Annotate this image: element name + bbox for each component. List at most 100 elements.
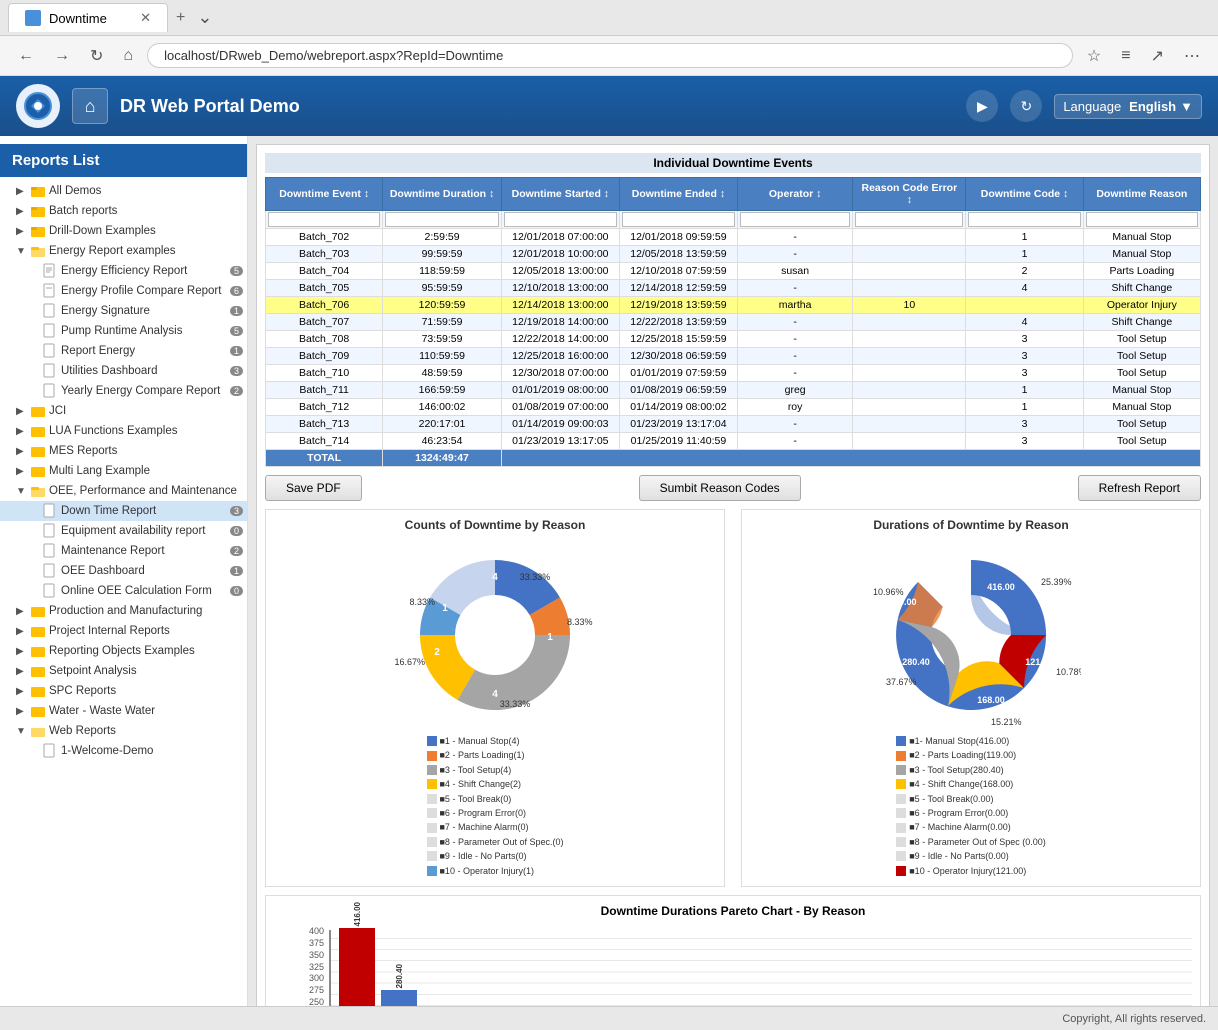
filter-reason-code[interactable] [855,212,963,227]
sidebar-label-mes: MES Reports [49,445,243,457]
td-downtime-code: 1 [966,246,1083,263]
sidebar-label-jci: JCI [49,405,243,417]
filter-ended[interactable] [622,212,735,227]
sidebar-item-mes-reports[interactable]: ▶ MES Reports [0,441,247,461]
home-button[interactable]: ⌂ [117,43,139,69]
browser-tab[interactable]: Downtime ✕ [8,3,168,32]
folder-icon [30,403,46,419]
td-operator: greg [737,382,852,399]
play-button[interactable]: ▶ [966,90,998,122]
refresh-button[interactable]: ↻ [1010,90,1042,122]
sidebar-item-oee-perf[interactable]: ▼ OEE, Performance and Maintenance [0,481,247,501]
app-header: ⌂ DR Web Portal Demo ▶ ↻ Language Englis… [0,76,1218,136]
td-ended: 01/01/2019 07:59:59 [619,365,737,382]
badge-pump-runtime: 5 [230,326,243,336]
sidebar-label-energy-report: Energy Report examples [49,245,243,257]
sidebar-item-pump-runtime[interactable]: Pump Runtime Analysis 5 [0,321,247,341]
sidebar-item-all-demos[interactable]: ▶ All Demos [0,181,247,201]
menu-button[interactable]: ⋯ [1178,42,1206,70]
sidebar-item-yearly-energy[interactable]: Yearly Energy Compare Report 2 [0,381,247,401]
col-header-operator: Operator ↕ [737,178,852,211]
address-bar[interactable]: localhost/DRweb_Demo/webreport.aspx?RepI… [147,43,1073,68]
sidebar-item-report-energy[interactable]: Report Energy 1 [0,341,247,361]
sidebar-item-downtime-report[interactable]: Down Time Report 3 [0,501,247,521]
home-nav-button[interactable]: ⌂ [72,88,108,124]
td-event: Batch_713 [266,416,383,433]
sidebar-item-maintenance[interactable]: Maintenance Report 2 [0,541,247,561]
sidebar-item-water-waste[interactable]: ▶ Water - Waste Water [0,701,247,721]
filter-operator[interactable] [740,212,850,227]
sidebar-item-energy-report[interactable]: ▼ Energy Report examples [0,241,247,261]
sidebar-item-oee-dashboard[interactable]: OEE Dashboard 1 [0,561,247,581]
td-downtime-code: 4 [966,314,1083,331]
sidebar-item-reporting-objects[interactable]: ▶ Reporting Objects Examples [0,641,247,661]
filter-started[interactable] [504,212,617,227]
sidebar-item-multi-lang[interactable]: ▶ Multi Lang Example [0,461,247,481]
sidebar-label-project-internal: Project Internal Reports [49,625,243,637]
browser-titlebar: Downtime ✕ + ⌄ [0,0,1218,36]
sidebar-item-equipment-avail[interactable]: Equipment availability report 0 [0,521,247,541]
sidebar-item-utilities-dashboard[interactable]: Utilities Dashboard 3 [0,361,247,381]
report-icon [42,363,58,379]
td-event: Batch_707 [266,314,383,331]
reload-button[interactable]: ↻ [84,42,109,70]
svg-text:16.67%: 16.67% [394,657,425,667]
refresh-report-button[interactable]: Refresh Report [1078,475,1201,501]
folder-icon [30,463,46,479]
sidebar-item-web-reports[interactable]: ▼ Web Reports [0,721,247,741]
sidebar-item-batch-reports[interactable]: ▶ Batch reports [0,201,247,221]
col-header-ended: Downtime Ended ↕ [619,178,737,211]
sidebar-item-jci[interactable]: ▶ JCI [0,401,247,421]
svg-text:8.33%: 8.33% [409,597,435,607]
bookmark-button[interactable]: ☆ [1081,42,1107,70]
forward-button[interactable]: → [48,43,76,69]
sidebar-item-welcome-demo[interactable]: 1-Welcome-Demo [0,741,247,761]
td-reason-code [853,331,966,348]
sidebar-item-project-internal[interactable]: ▶ Project Internal Reports [0,621,247,641]
toggle-icon: ▼ [16,246,30,257]
td-reason-code [853,433,966,450]
filter-event[interactable] [268,212,380,227]
filter-downtime-code[interactable] [968,212,1080,227]
counts-chart-title: Counts of Downtime by Reason [274,518,716,532]
td-duration: 95:59:59 [383,280,501,297]
app-logo [16,84,60,128]
sidebar-item-energy-efficiency[interactable]: Energy Efficiency Report 5 [0,261,247,281]
sidebar-label-batch-reports: Batch reports [49,205,243,217]
badge-energy-efficiency: 5 [230,266,243,276]
report-icon [42,383,58,399]
td-started: 12/25/2018 16:00:00 [501,348,619,365]
sidebar-item-online-oee[interactable]: Online OEE Calculation Form 0 [0,581,247,601]
language-dropdown-icon: ▼ [1180,99,1193,114]
filter-reason[interactable] [1086,212,1198,227]
durations-chart-title: Durations of Downtime by Reason [750,518,1192,532]
td-duration: 118:59:59 [383,263,501,280]
back-button[interactable]: ← [12,43,40,69]
badge-equipment-avail: 0 [230,526,243,536]
sidebar-item-energy-signature[interactable]: Energy Signature 1 [0,301,247,321]
col-header-reason-code: Reason Code Error ↕ [853,178,966,211]
td-event: Batch_705 [266,280,383,297]
sidebar-label-setpoint: Setpoint Analysis [49,665,243,677]
language-value: English [1129,99,1176,114]
save-pdf-button[interactable]: Save PDF [265,475,362,501]
sidebar-item-setpoint[interactable]: ▶ Setpoint Analysis [0,661,247,681]
badge-report-energy: 1 [230,346,243,356]
sidebar-item-drill-down[interactable]: ▶ Drill-Down Examples [0,221,247,241]
submit-reason-button[interactable]: Sumbit Reason Codes [639,475,801,501]
sidebar-item-production-mfg[interactable]: ▶ Production and Manufacturing [0,601,247,621]
svg-text:1: 1 [442,603,448,614]
filter-duration[interactable] [385,212,498,227]
share-button[interactable]: ↗ [1145,42,1170,70]
sidebar-item-spc[interactable]: ▶ SPC Reports [0,681,247,701]
badge-downtime: 3 [230,506,243,516]
reader-button[interactable]: ≡ [1115,42,1136,70]
tab-dropdown-button[interactable]: ⌄ [193,7,216,28]
sidebar-item-energy-profile[interactable]: Energy Profile Compare Report 6 [0,281,247,301]
tab-close-button[interactable]: ✕ [140,10,151,26]
total-duration: 1324:49:47 [383,450,501,467]
new-tab-button[interactable]: + [168,5,193,31]
bar-rect-1 [339,928,375,1006]
sidebar-item-lua-functions[interactable]: ▶ LUA Functions Examples [0,421,247,441]
language-selector[interactable]: Language English ▼ [1054,94,1202,119]
